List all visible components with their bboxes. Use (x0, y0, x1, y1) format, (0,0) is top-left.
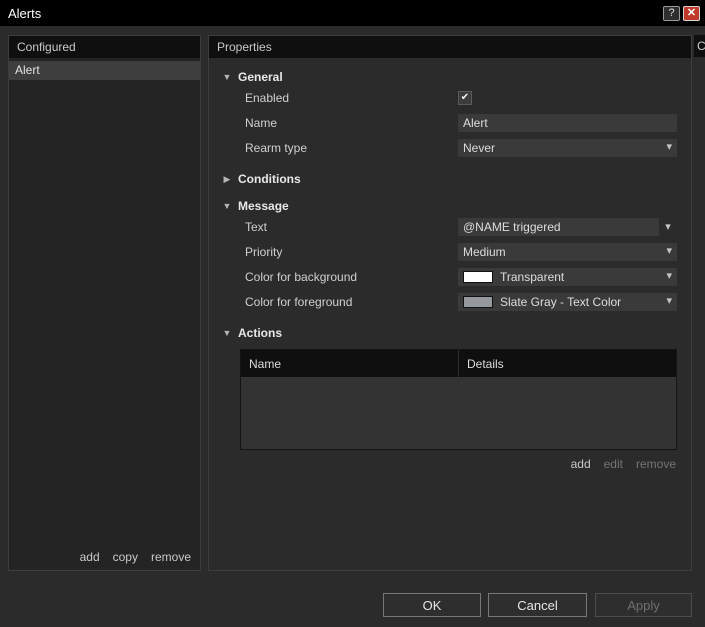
color-swatch (463, 270, 493, 283)
priority-label: Priority (245, 244, 283, 259)
add-action-link[interactable]: add (571, 457, 591, 471)
message-text-control: ▾ (458, 217, 677, 236)
foreground-color-select[interactable]: Slate Gray - Text Color ▾ (458, 292, 677, 311)
background-window-sliver: C (694, 35, 705, 57)
name-row: Name (209, 110, 691, 135)
section-conditions[interactable]: ▶ Conditions (209, 171, 691, 187)
chevron-down-icon: ▾ (666, 245, 672, 257)
collapse-triangle-icon: ▼ (222, 328, 232, 338)
copy-alert-link[interactable]: copy (113, 550, 138, 564)
foreground-color-control: Slate Gray - Text Color ▾ (458, 292, 677, 311)
message-text-label: Text (245, 219, 268, 234)
name-control (458, 113, 677, 132)
rearm-type-value: Never (463, 140, 496, 155)
configured-panel: Configured Alert add copy remove (8, 35, 201, 571)
background-color-control: Transparent ▾ (458, 267, 677, 286)
properties-panel: Properties ▼ General Enabled ✔ Name Rear… (208, 35, 692, 571)
background-color-label: Color for background (245, 269, 358, 284)
chevron-down-icon: ▾ (666, 270, 672, 282)
remove-action-link[interactable]: remove (636, 457, 676, 471)
background-color-row: Color for background Transparent ▾ (209, 264, 691, 289)
section-general-label: General (238, 70, 283, 84)
check-icon: ✔ (460, 91, 470, 103)
window-title: Alerts (8, 5, 42, 21)
rearm-type-row: Rearm type Never ▾ (209, 135, 691, 160)
chevron-down-icon: ▾ (666, 295, 672, 307)
enabled-label: Enabled (245, 90, 290, 105)
configured-panel-header: Configured (9, 36, 200, 58)
message-text-combo: ▾ (458, 217, 677, 236)
foreground-color-value: Slate Gray - Text Color (500, 294, 622, 309)
priority-select[interactable]: Medium ▾ (458, 242, 677, 261)
rearm-type-select[interactable]: Never ▾ (458, 138, 677, 157)
chevron-down-icon: ▾ (666, 141, 672, 153)
message-text-input[interactable] (458, 217, 659, 236)
apply-button[interactable]: Apply (595, 593, 692, 617)
foreground-color-label: Color for foreground (245, 294, 353, 309)
collapse-triangle-icon: ▼ (222, 72, 232, 82)
section-message-label: Message (238, 199, 289, 213)
enabled-row: Enabled ✔ (209, 85, 691, 110)
section-general[interactable]: ▼ General (209, 69, 691, 85)
priority-value: Medium (463, 244, 506, 259)
name-input[interactable] (458, 113, 677, 132)
color-swatch (463, 295, 493, 308)
foreground-color-row: Color for foreground Slate Gray - Text C… (209, 289, 691, 314)
remove-alert-link[interactable]: remove (151, 550, 191, 564)
properties-panel-header: Properties (209, 36, 691, 58)
priority-control: Medium ▾ (458, 242, 677, 261)
ok-button[interactable]: OK (383, 593, 481, 617)
enabled-checkbox[interactable]: ✔ (458, 90, 472, 105)
actions-link-bar: add edit remove (209, 457, 676, 471)
section-message[interactable]: ▼ Message (209, 198, 691, 214)
add-alert-link[interactable]: add (80, 550, 100, 564)
enabled-control: ✔ (458, 90, 677, 105)
expand-triangle-icon: ▶ (223, 173, 231, 184)
help-button[interactable]: ? (663, 5, 680, 21)
list-item-alert[interactable]: Alert (9, 61, 200, 80)
priority-row: Priority Medium ▾ (209, 239, 691, 264)
actions-table-body (241, 377, 676, 449)
configured-link-bar: add copy remove (80, 550, 191, 564)
actions-column-name: Name (241, 350, 459, 377)
name-label: Name (245, 115, 278, 130)
rearm-type-control: Never ▾ (458, 138, 677, 157)
section-actions-label: Actions (238, 326, 283, 340)
actions-table: Name Details (240, 349, 677, 450)
background-color-value: Transparent (500, 269, 565, 284)
title-bar: Alerts ? ✕ (0, 0, 705, 26)
chevron-down-icon[interactable]: ▾ (659, 220, 677, 233)
section-actions[interactable]: ▼ Actions (209, 325, 691, 341)
message-text-row: Text ▾ (209, 214, 691, 239)
cancel-button[interactable]: Cancel (488, 593, 587, 617)
edit-action-link[interactable]: edit (604, 457, 623, 471)
section-conditions-label: Conditions (238, 172, 301, 186)
actions-table-header: Name Details (241, 350, 676, 377)
background-color-select[interactable]: Transparent ▾ (458, 267, 677, 286)
collapse-triangle-icon: ▼ (222, 201, 232, 211)
actions-column-details: Details (467, 356, 504, 371)
rearm-type-label: Rearm type (245, 140, 308, 155)
close-button[interactable]: ✕ (683, 5, 700, 21)
